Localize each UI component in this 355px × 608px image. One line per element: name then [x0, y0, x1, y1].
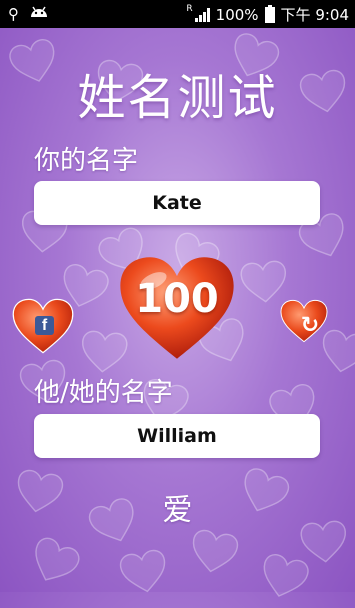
score-value: 100 [135, 276, 219, 322]
background-heart-icon [117, 546, 172, 598]
partner-name-field[interactable]: William [34, 414, 320, 458]
background-heart-icon [23, 532, 85, 592]
roaming-indicator: R [186, 3, 193, 14]
refresh-icon[interactable]: ↻ [298, 314, 322, 338]
your-name-field[interactable]: Kate [34, 181, 320, 225]
your-name-label: 你的名字 [34, 146, 139, 176]
battery-icon [264, 4, 275, 23]
background-heart-icon [187, 526, 242, 578]
facebook-icon[interactable]: f [35, 316, 54, 335]
partner-name-label: 他/她的名字 [34, 378, 173, 408]
clock: 下午 9:04 [280, 6, 349, 24]
signal-icon [194, 7, 210, 22]
status-bar: ⚲ R 100% 下午 9:04 [0, 0, 355, 28]
result-text: 爱 [162, 493, 193, 528]
android-icon [29, 4, 49, 23]
battery-percent: 100% [215, 5, 259, 24]
usb-icon: ⚲ [8, 4, 19, 23]
page-title: 姓名测试 [77, 70, 278, 126]
